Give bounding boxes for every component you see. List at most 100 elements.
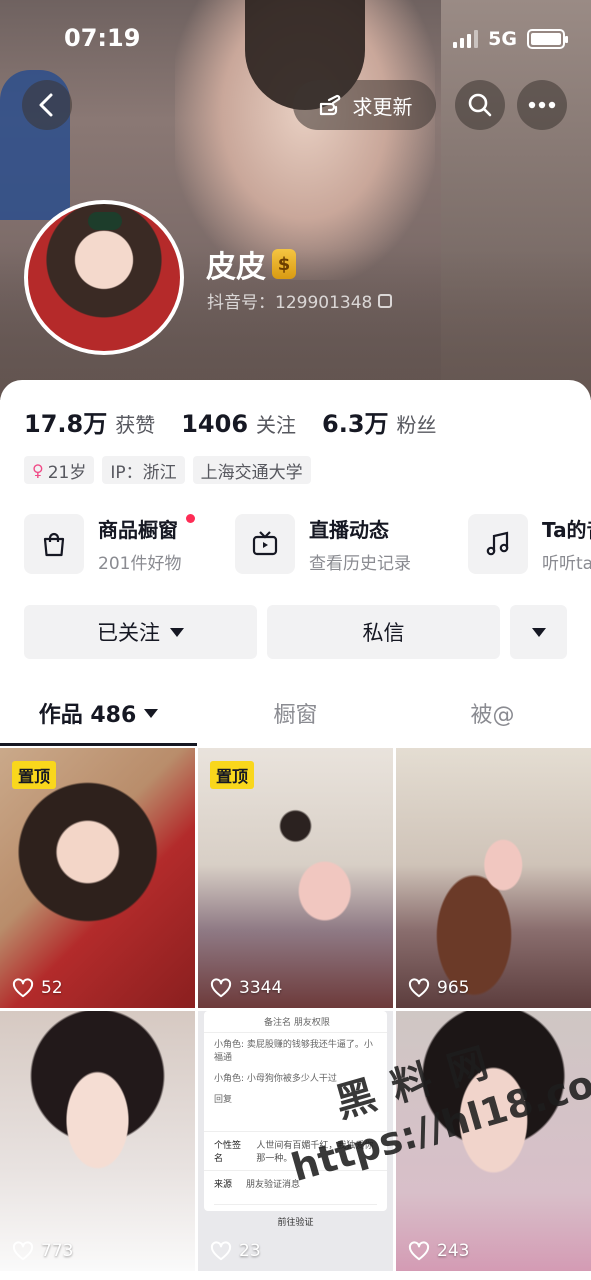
chat-screenshot: 备注名 朋友权限 小角色: 卖屁股赚的钱够我还牛逼了。小福通 小角色: 小母狗你…	[204, 1011, 387, 1228]
like-count: 243	[408, 1241, 469, 1261]
more-dots-icon	[528, 101, 556, 109]
shopping-bag-icon	[24, 514, 84, 574]
profile-card: 17.8万 获赞 1406 关注 6.3万 粉丝 ♀ 21岁 IP：浙江 上海交通大学…	[0, 380, 591, 1280]
more-button[interactable]	[517, 80, 567, 130]
video-tile[interactable]: 置顶 3344	[198, 748, 393, 1008]
signal-icon	[453, 30, 479, 48]
heart-icon	[210, 1241, 232, 1261]
like-count-text: 965	[437, 978, 470, 998]
money-bag-icon: $	[272, 249, 296, 279]
tag-age: ♀ 21岁	[24, 456, 95, 484]
feature-music[interactable]: Ta的音乐 听听ta的歌单	[468, 514, 591, 574]
video-tile[interactable]: 备注名 朋友权限 小角色: 卖屁股赚的钱够我还牛逼了。小福通 小角色: 小母狗你…	[198, 1011, 393, 1271]
stat-following[interactable]: 1406 关注	[181, 409, 296, 438]
heart-icon	[408, 978, 430, 998]
screenshot-source-label: 来源	[214, 1180, 233, 1190]
message-button[interactable]: 私信	[267, 605, 500, 659]
like-count: 3344	[210, 978, 282, 998]
like-count-text: 3344	[239, 978, 283, 998]
chevron-left-icon	[39, 93, 53, 117]
profile-actions: 已关注 私信	[24, 605, 567, 659]
battery-icon	[527, 29, 568, 49]
stat-followers[interactable]: 6.3万 粉丝	[322, 404, 437, 439]
screenshot-signature-label: 个性签名	[214, 1141, 242, 1164]
avatar[interactable]	[24, 200, 184, 355]
heart-icon	[12, 1241, 34, 1261]
profile-name-text: 皮皮	[206, 250, 266, 285]
tab-showcase-label: 橱窗	[273, 703, 318, 728]
status-time: 07:19	[64, 24, 141, 52]
screenshot-top-row: 备注名 朋友权限	[264, 1018, 330, 1028]
like-count: 965	[408, 978, 469, 998]
feature-title: 直播动态	[309, 518, 389, 542]
stat-label: 关注	[256, 413, 297, 437]
tab-mentioned[interactable]: 被@	[394, 680, 591, 746]
feature-subtitle: 听听ta的歌单	[542, 554, 591, 574]
video-tile[interactable]: 243	[396, 1011, 591, 1271]
video-tile[interactable]: 965	[396, 748, 591, 1008]
request-update-label: 求更新	[352, 94, 413, 119]
screenshot-message: 小角色: 小母狗你被多少人干过	[214, 1074, 337, 1084]
female-icon: ♀	[32, 460, 44, 480]
screenshot-reply: 回复	[214, 1095, 233, 1105]
network-type: 5G	[488, 28, 517, 50]
feature-showcase[interactable]: 商品橱窗 201件好物	[24, 514, 195, 574]
feature-title: Ta的音乐	[542, 518, 591, 542]
tab-showcase[interactable]: 橱窗	[197, 680, 394, 746]
like-count: 52	[12, 978, 63, 998]
like-count-text: 23	[239, 1241, 261, 1261]
followed-button[interactable]: 已关注	[24, 605, 257, 659]
feature-subtitle: 查看历史记录	[309, 554, 411, 574]
followed-label: 已关注	[97, 621, 160, 645]
caret-down-icon	[170, 627, 184, 637]
feature-entries: 商品橱窗 201件好物 直播动态 查看历史记录 Ta的音乐 听听ta的歌单	[24, 514, 591, 578]
more-actions-button[interactable]	[510, 605, 567, 659]
tab-works-label: 作品 486	[38, 703, 137, 728]
like-count: 23	[210, 1241, 261, 1261]
heart-icon	[408, 1241, 430, 1261]
heart-icon	[12, 978, 34, 998]
screenshot-signature-text: 人世间有百媚千红，我独爱你那一种。	[256, 1141, 374, 1164]
notification-dot	[186, 514, 195, 523]
like-count-text: 52	[41, 978, 63, 998]
profile-tags: ♀ 21岁 IP：浙江 上海交通大学	[24, 456, 311, 484]
message-label: 私信	[362, 621, 405, 645]
video-tile[interactable]: 773	[0, 1011, 195, 1271]
douyin-id-text: 抖音号：129901348	[207, 293, 373, 313]
music-note-icon	[468, 514, 528, 574]
search-icon	[468, 93, 492, 117]
like-count-text: 243	[437, 1241, 470, 1261]
hair-ornament	[88, 212, 122, 230]
feature-title: 商品橱窗	[98, 518, 178, 542]
stat-likes[interactable]: 17.8万 获赞	[24, 404, 155, 439]
feature-subtitle: 201件好物	[98, 554, 182, 574]
tag-ip: IP：浙江	[102, 456, 185, 484]
status-bar-right: 5G	[453, 28, 568, 50]
works-grid: 置顶 52 置顶 3344 965 773 备注名 朋友权限 小角色: 卖屁股赚…	[0, 748, 591, 1271]
heart-icon	[210, 978, 232, 998]
profile-stats: 17.8万 获赞 1406 关注 6.3万 粉丝	[24, 404, 437, 439]
stat-number: 1406	[181, 410, 249, 438]
douyin-id[interactable]: 抖音号：129901348	[207, 288, 393, 313]
back-button[interactable]	[22, 80, 72, 130]
profile-name: 皮皮 $	[206, 242, 296, 286]
tag-age-text: 21岁	[47, 462, 87, 483]
search-button[interactable]	[455, 80, 505, 130]
video-tile[interactable]: 置顶 52	[0, 748, 195, 1008]
like-count-text: 773	[41, 1241, 74, 1261]
tv-icon	[235, 514, 295, 574]
tag-school[interactable]: 上海交通大学	[192, 456, 311, 484]
tab-works[interactable]: 作品 486	[0, 680, 197, 746]
stat-label: 获赞	[115, 413, 156, 437]
copy-icon[interactable]	[378, 293, 393, 308]
screenshot-source-text: 朋友验证消息	[246, 1180, 301, 1190]
request-update-button[interactable]: 求更新	[293, 80, 436, 130]
stat-label: 粉丝	[396, 413, 437, 437]
stat-number: 17.8万	[24, 410, 108, 438]
stat-number: 6.3万	[322, 410, 389, 438]
screenshot-message: 小角色: 卖屁股赚的钱够我还牛逼了。小福通	[204, 1032, 387, 1067]
caret-down-icon	[531, 627, 546, 637]
feature-live[interactable]: 直播动态 查看历史记录	[235, 514, 411, 574]
pinned-badge: 置顶	[210, 761, 255, 789]
pinned-badge: 置顶	[12, 761, 57, 789]
